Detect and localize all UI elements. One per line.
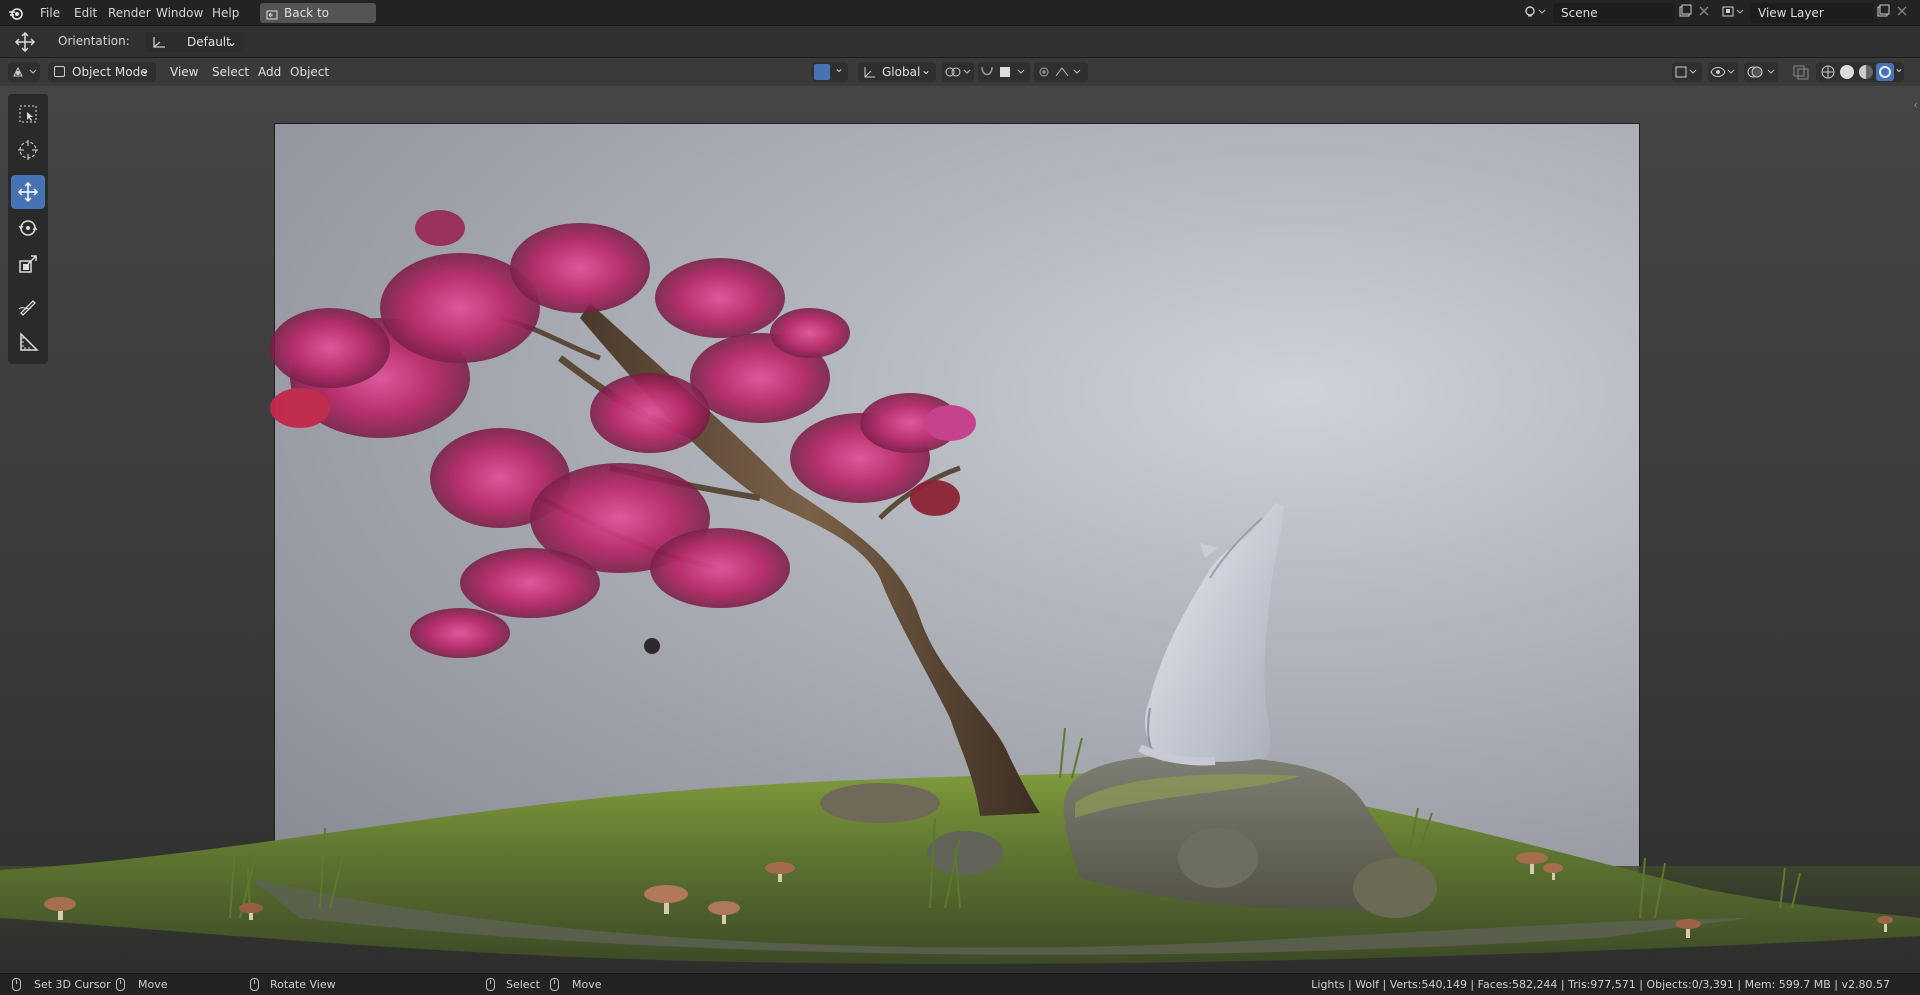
chevron-down-icon: ⌄ <box>226 35 237 49</box>
rock-small-4 <box>820 783 940 823</box>
object-types-icon <box>1675 66 1697 78</box>
viewport-header: Object Mode ⌄ View Select Add Object ⌄ G… <box>0 58 1920 86</box>
back-screen-icon <box>266 7 278 27</box>
blender-logo-icon[interactable] <box>8 5 24 21</box>
measure-icon <box>20 332 39 351</box>
wireframe-shading-icon[interactable] <box>1821 65 1835 82</box>
delete-scene-icon[interactable] <box>1697 4 1711 18</box>
gizmos-button[interactable] <box>1708 62 1738 82</box>
menu-view[interactable]: View <box>164 62 205 82</box>
scale-icon <box>19 255 37 273</box>
mouse-right-drag-icon <box>550 978 559 991</box>
cursor-tool[interactable] <box>11 133 45 167</box>
scene-field[interactable]: Scene <box>1553 3 1675 23</box>
material-shading-icon[interactable] <box>1859 65 1873 79</box>
mouse-left-icon <box>12 978 21 991</box>
mouse-right-icon <box>486 978 495 991</box>
orientation-value: Default <box>187 35 231 49</box>
scene-statistics: Lights | Wolf | Verts:540,149 | Faces:58… <box>1311 978 1890 991</box>
chevron-down-icon: ⌄ <box>920 63 931 77</box>
mode-value: Object Mode <box>72 65 148 79</box>
view-object-types-button[interactable] <box>1672 62 1702 82</box>
menu-edit[interactable]: Edit <box>74 0 97 26</box>
view-layer-type-icon[interactable] <box>1722 4 1744 18</box>
snapping-button[interactable] <box>942 62 974 82</box>
magnet-icon <box>981 66 1025 77</box>
annotate-tool[interactable] <box>11 289 45 323</box>
select-box-tool[interactable] <box>11 97 45 131</box>
annotate-icon <box>18 300 36 316</box>
editor-type-icon <box>13 66 37 77</box>
snap-settings-button[interactable] <box>978 62 1030 82</box>
rotate-icon <box>18 220 38 236</box>
tool-settings-header: Orientation: Default ⌄ <box>0 26 1920 58</box>
mouse-drag-icon <box>116 978 125 991</box>
overlays-button[interactable] <box>1744 62 1778 82</box>
solid-shading-icon[interactable] <box>1840 65 1854 79</box>
rock-small-2 <box>1353 858 1437 918</box>
new-scene-icon[interactable] <box>1678 4 1692 18</box>
object-mode-icon <box>54 66 65 77</box>
hint-select: Select <box>506 978 540 991</box>
select-box-icon <box>19 105 37 123</box>
transform-orientation-value: Global <box>882 65 921 79</box>
shading-mode-group: ⌄ <box>1816 61 1904 82</box>
orientation-label: Orientation: <box>58 34 130 48</box>
orientation-dropdown[interactable]: Default ⌄ <box>145 32 243 52</box>
gizmo-icon <box>1710 67 1735 77</box>
chevron-down-icon[interactable]: ⌄ <box>1894 61 1904 75</box>
menu-file[interactable]: File <box>40 0 60 26</box>
status-bar: Set 3D Cursor Move Rotate View Select Mo… <box>0 973 1920 995</box>
proportional-icon <box>1039 67 1081 77</box>
wolf-model <box>1138 503 1284 766</box>
xray-button[interactable] <box>1790 62 1812 82</box>
rendered-shading-icon <box>1879 66 1891 78</box>
move-tool-icon <box>14 31 36 55</box>
menu-object[interactable]: Object <box>284 62 336 82</box>
view-layer-field[interactable]: View Layer <box>1750 3 1874 23</box>
link-icon <box>945 67 971 77</box>
cursor-icon <box>18 140 38 160</box>
rendered-scene <box>0 210 1920 973</box>
editor-type-button[interactable] <box>8 62 40 82</box>
3d-viewport[interactable]: Object Mode ⌄ View Select Add Object ⌄ G… <box>0 58 1920 973</box>
scale-tool[interactable] <box>11 247 45 281</box>
chevron-down-icon: ⌄ <box>834 61 845 75</box>
transform-pivot-button[interactable]: ⌄ <box>812 61 848 82</box>
move-icon <box>17 181 39 203</box>
tool-shelf <box>8 94 48 364</box>
menu-select[interactable]: Select <box>206 62 256 82</box>
hint-move-2: Move <box>572 978 602 991</box>
hint-set-3d-cursor: Set 3D Cursor <box>34 978 111 991</box>
overlays-icon <box>1747 66 1775 78</box>
mouse-middle-icon <box>250 978 259 991</box>
scene-type-icon[interactable] <box>1524 4 1546 18</box>
top-bar: File Edit Render Window Help Back to Pre… <box>0 0 1920 40</box>
new-view-layer-icon[interactable] <box>1876 4 1890 18</box>
hint-rotate-view: Rotate View <box>270 978 336 991</box>
tree-blossoms <box>270 210 976 658</box>
menu-window[interactable]: Window <box>156 0 203 26</box>
back-to-previous-button[interactable]: Back to Previous <box>260 3 376 40</box>
rock-small-3 <box>927 831 1003 875</box>
transform-orientation-dropdown[interactable]: Global ⌄ <box>858 62 936 82</box>
rotate-tool[interactable] <box>11 211 45 245</box>
pivot-icon <box>814 64 830 80</box>
global-axes-icon <box>863 65 877 85</box>
measure-tool[interactable] <box>11 325 45 359</box>
move-tool[interactable] <box>11 175 45 209</box>
mode-dropdown[interactable]: Object Mode ⌄ <box>48 62 156 82</box>
proportional-editing-button[interactable] <box>1034 62 1088 82</box>
menu-add[interactable]: Add <box>252 62 288 82</box>
rock-small-1 <box>1178 828 1258 888</box>
rendered-shading-button[interactable] <box>1876 63 1894 81</box>
orientation-axes-icon <box>151 35 167 55</box>
chevron-down-icon: ⌄ <box>139 63 150 77</box>
sidebar-toggle-icon[interactable]: ‹ <box>1913 98 1918 112</box>
xray-icon <box>1793 65 1809 80</box>
menu-render[interactable]: Render <box>108 0 151 26</box>
delete-view-layer-icon[interactable] <box>1895 4 1909 18</box>
hint-move: Move <box>138 978 168 991</box>
menu-help[interactable]: Help <box>212 0 239 26</box>
